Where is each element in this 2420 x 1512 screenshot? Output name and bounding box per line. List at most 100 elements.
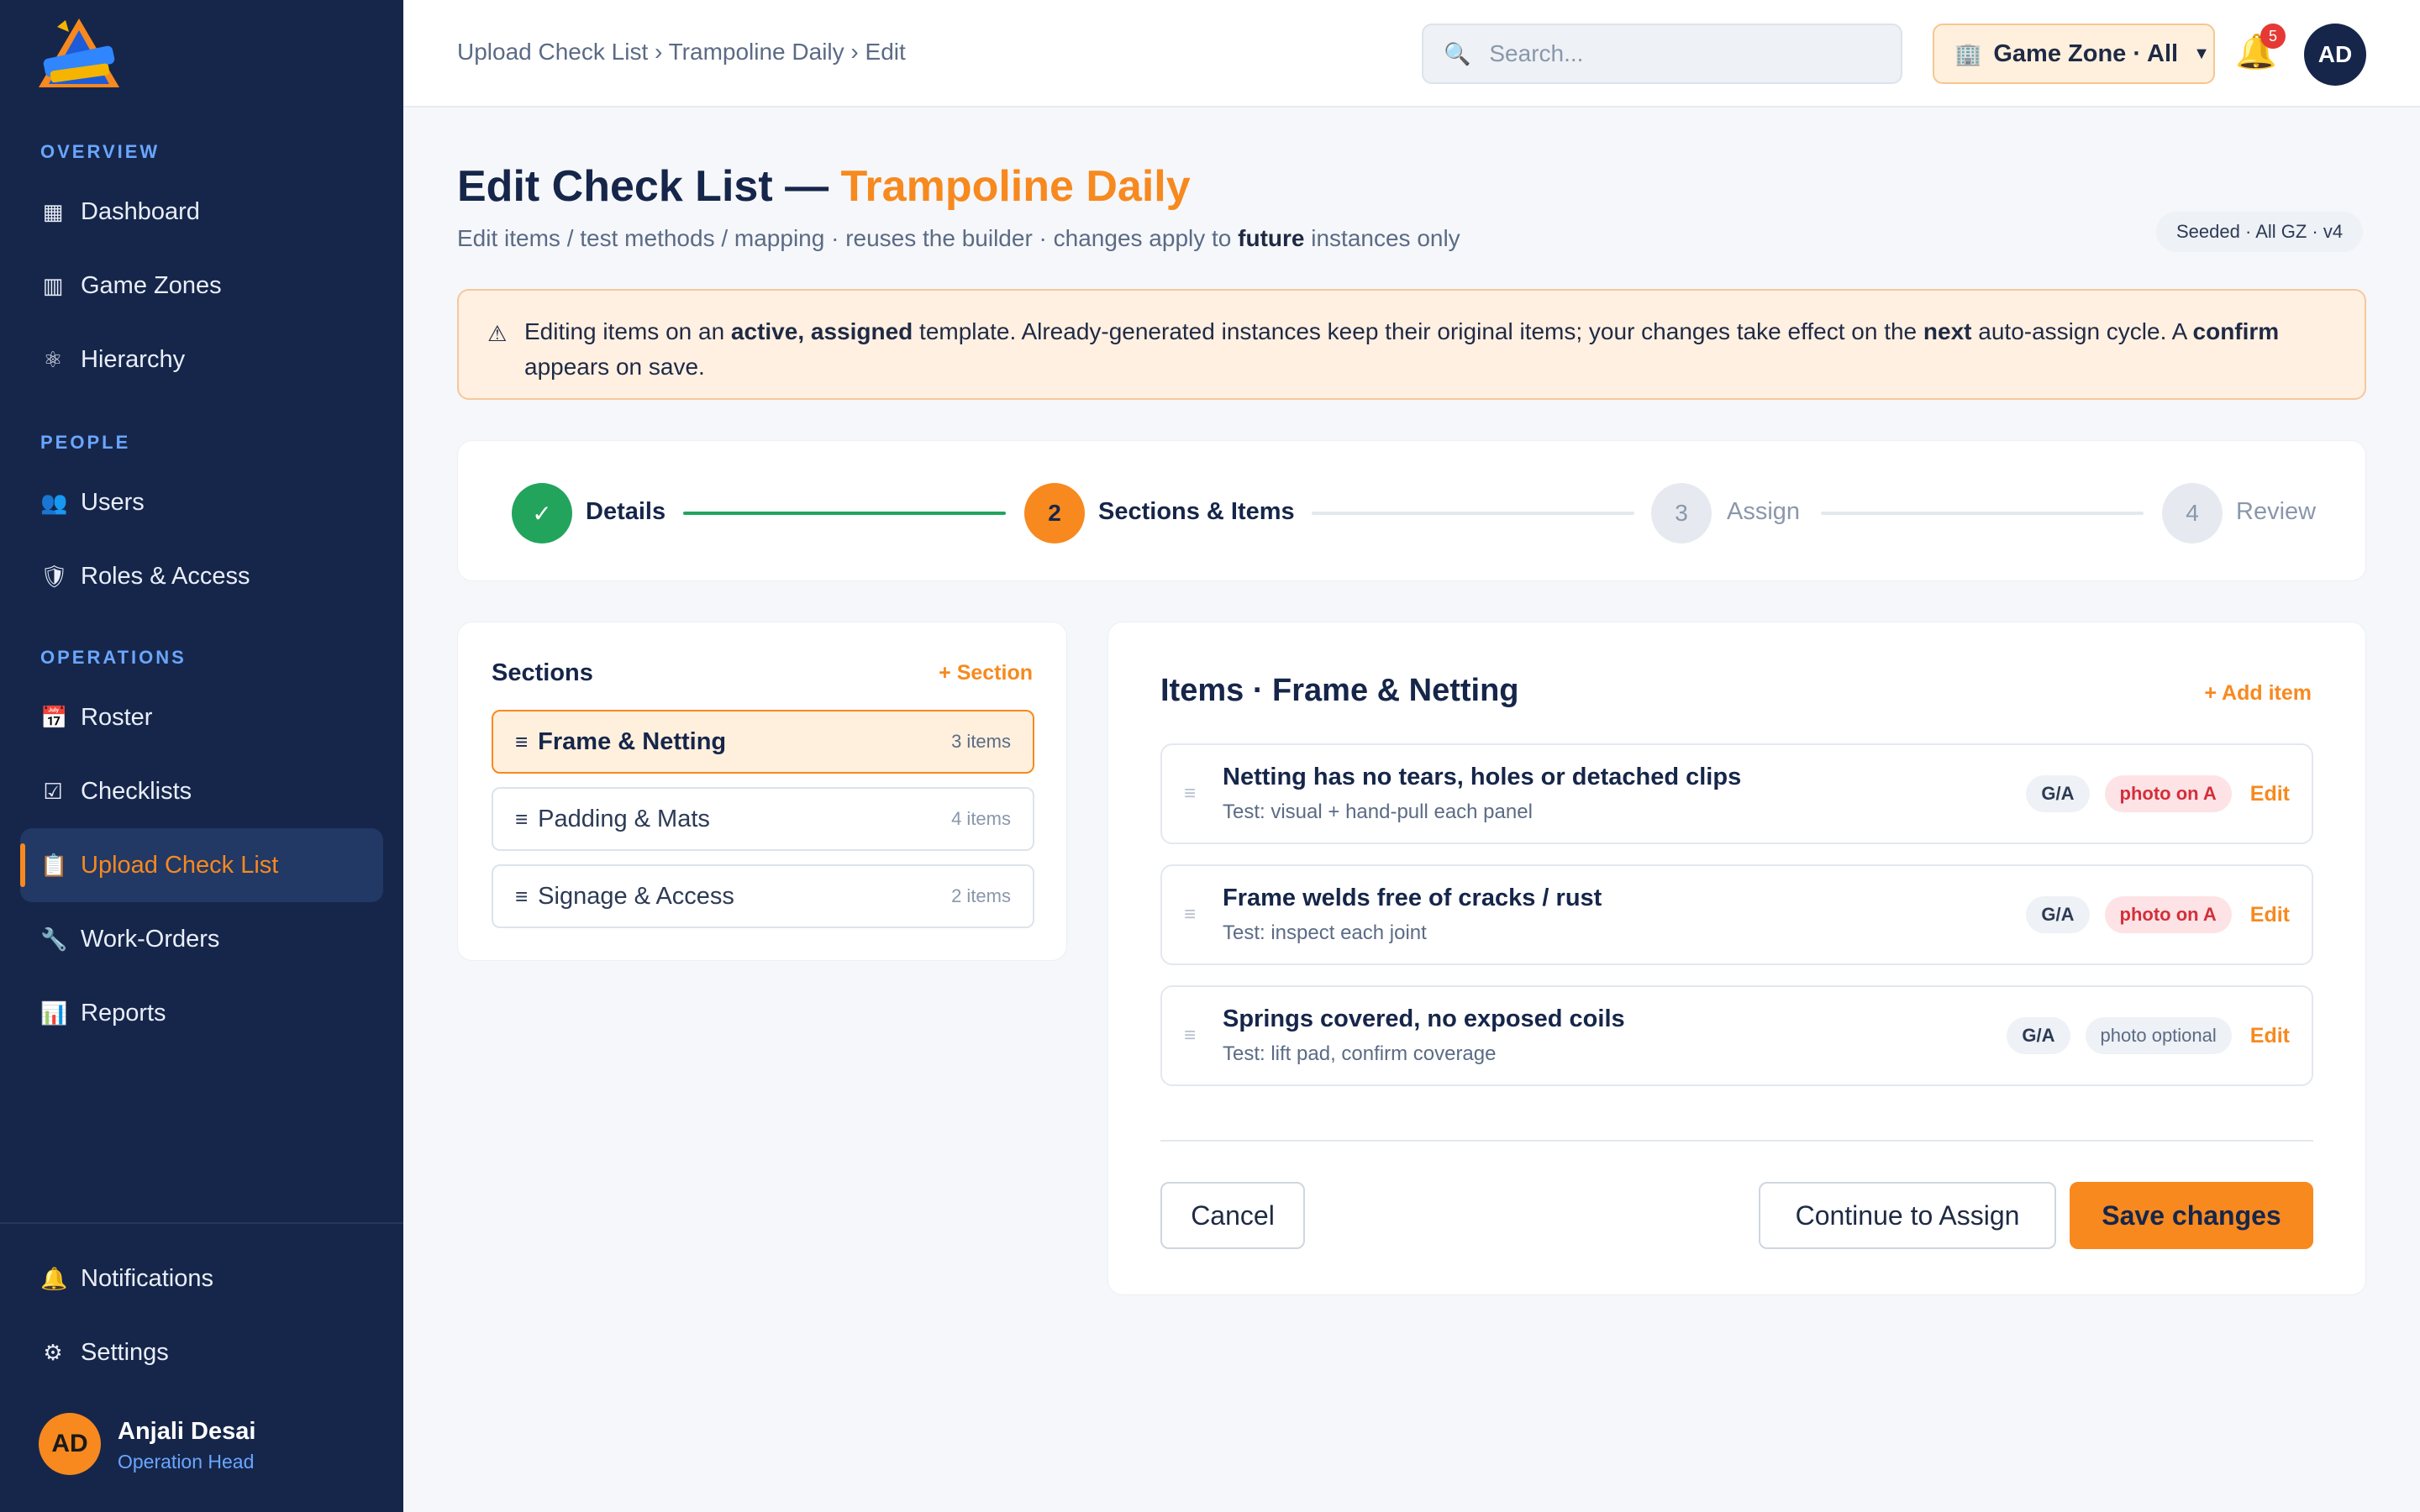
search-box[interactable]: 🔍 bbox=[1422, 24, 1902, 84]
items-title: Items · Frame & Netting bbox=[1160, 673, 1519, 708]
section-item-frame-netting[interactable]: ≡ Frame & Netting 3 items bbox=[492, 710, 1034, 774]
game-zone-selector[interactable]: 🏢 Game Zone · All ▼ bbox=[1933, 24, 2215, 84]
nav-item-label: Hierarchy bbox=[81, 345, 186, 373]
photo-requirement-tag: photo on A bbox=[2104, 896, 2232, 933]
nav-item-notifications[interactable]: 🔔 Notifications bbox=[20, 1242, 383, 1315]
warning-bold: confirm bbox=[2192, 318, 2280, 344]
warning-icon: ⚠ bbox=[487, 321, 508, 346]
users-icon: 👥 bbox=[40, 489, 68, 515]
topbar: Upload Check List › Trampoline Daily › E… bbox=[403, 0, 2420, 108]
step-connector bbox=[1821, 512, 2144, 515]
warning-text: auto-assign cycle. A bbox=[1971, 318, 2193, 344]
section-label: Frame & Netting bbox=[538, 727, 727, 755]
save-changes-button[interactable]: Save changes bbox=[2070, 1182, 2313, 1249]
nav-item-label: Users bbox=[81, 488, 145, 516]
nav-item-label: Dashboard bbox=[81, 197, 200, 225]
chevron-down-icon: ▼ bbox=[2193, 44, 2210, 63]
step-1-label[interactable]: Details bbox=[586, 498, 666, 526]
add-item-button[interactable]: + Add item bbox=[2204, 681, 2312, 706]
section-count: 2 items bbox=[951, 885, 1011, 906]
photo-optional-tag: photo optional bbox=[2085, 1017, 2232, 1054]
step-3-marker[interactable]: 3 bbox=[1651, 483, 1712, 543]
cancel-button[interactable]: Cancel bbox=[1160, 1182, 1305, 1249]
items-panel: Items · Frame & Netting + Add item ≡ Net… bbox=[1107, 622, 2366, 1295]
sidebar: OVERVIEW ▦ Dashboard ▥ Game Zones ⚛ Hier… bbox=[0, 0, 403, 1512]
sidebar-divider bbox=[0, 1222, 403, 1224]
nav-item-work-orders[interactable]: 🔧 Work-Orders bbox=[20, 902, 383, 976]
step-1-done-marker[interactable]: ✓ bbox=[512, 483, 572, 543]
step-connector-done bbox=[683, 512, 1006, 515]
nav-item-hierarchy[interactable]: ⚛ Hierarchy bbox=[20, 323, 383, 396]
warning-text: template. Already-generated instances ke… bbox=[913, 318, 1923, 344]
hierarchy-icon: ⚛ bbox=[43, 346, 63, 372]
section-label: Signage & Access bbox=[538, 882, 734, 910]
drag-handle-icon[interactable]: ≡ bbox=[1184, 1024, 1196, 1047]
step-2-label[interactable]: Sections & Items bbox=[1098, 498, 1295, 526]
add-section-button[interactable]: + Section bbox=[939, 661, 1033, 685]
edit-item-link[interactable]: Edit bbox=[2250, 782, 2290, 806]
nav-item-settings[interactable]: ⚙ Settings bbox=[20, 1315, 383, 1389]
step-4-marker[interactable]: 4 bbox=[2162, 483, 2223, 543]
warning-text: Editing items on an bbox=[524, 318, 731, 344]
section-label: Padding & Mats bbox=[538, 805, 710, 832]
wrench-icon: 🔧 bbox=[40, 926, 68, 952]
item-title: Springs covered, no exposed coils bbox=[1223, 1005, 1625, 1032]
drag-handle-icon[interactable]: ≡ bbox=[515, 729, 528, 755]
section-count: 3 items bbox=[951, 731, 1011, 752]
page-subtitle: Edit items / test methods / mapping · re… bbox=[457, 225, 1460, 252]
step-2-current-marker[interactable]: 2 bbox=[1024, 483, 1085, 543]
avatar[interactable]: AD bbox=[2304, 24, 2366, 86]
edit-item-link[interactable]: Edit bbox=[2250, 1024, 2290, 1048]
page-title-accent: Trampoline Daily bbox=[840, 162, 1191, 211]
nav-item-checklists[interactable]: ☑ Checklists bbox=[20, 754, 383, 828]
item-test-method: Test: lift pad, confirm coverage bbox=[1223, 1042, 1497, 1065]
nav-item-roster[interactable]: 📅 Roster bbox=[20, 680, 383, 754]
continue-to-assign-button[interactable]: Continue to Assign bbox=[1759, 1182, 2056, 1249]
item-test-method: Test: inspect each joint bbox=[1223, 921, 1427, 944]
nav-item-roles-access[interactable]: 🛡 Roles & Access bbox=[20, 539, 383, 613]
nav-item-label: Roles & Access bbox=[81, 562, 250, 590]
grade-tag: G/A bbox=[2026, 775, 2090, 812]
shield-icon: 🛡 bbox=[40, 563, 69, 589]
bell-icon: 🔔 bbox=[40, 1265, 68, 1291]
nav-item-users[interactable]: 👥 Users bbox=[20, 465, 383, 539]
nav-item-game-zones[interactable]: ▥ Game Zones bbox=[20, 249, 383, 323]
building-icon: ▥ bbox=[42, 272, 64, 298]
user-avatar[interactable]: AD bbox=[39, 1413, 101, 1475]
drag-handle-icon[interactable]: ≡ bbox=[1184, 903, 1196, 927]
nav-item-label: Checklists bbox=[81, 777, 192, 805]
user-name: Anjali Desai bbox=[118, 1418, 256, 1445]
brand-logo[interactable] bbox=[32, 15, 126, 92]
warning-text: appears on save. bbox=[524, 354, 705, 380]
drag-handle-icon[interactable]: ≡ bbox=[515, 806, 528, 832]
nav-item-dashboard[interactable]: ▦ Dashboard bbox=[20, 175, 383, 249]
breadcrumb[interactable]: Upload Check List › Trampoline Daily › E… bbox=[457, 39, 906, 66]
section-item-signage-access[interactable]: ≡ Signage & Access 2 items bbox=[492, 864, 1034, 928]
game-zone-value: Game Zone · All bbox=[1993, 39, 2179, 67]
step-connector bbox=[1312, 512, 1634, 515]
step-4-label[interactable]: Review bbox=[2236, 498, 2316, 526]
warning-bold: active, assigned bbox=[730, 318, 913, 344]
bar-chart-icon: 📊 bbox=[40, 1000, 68, 1026]
warning-banner: ⚠ Editing items on an active, assigned t… bbox=[457, 289, 2366, 400]
search-input[interactable] bbox=[1489, 40, 1885, 67]
nav-item-reports[interactable]: 📊 Reports bbox=[20, 976, 383, 1050]
checklist-item: ≡ Springs covered, no exposed coils Test… bbox=[1160, 985, 2313, 1086]
dashboard-icon: ▦ bbox=[42, 198, 64, 224]
nav-item-upload-check-list[interactable]: 📋 Upload Check List bbox=[20, 828, 383, 902]
step-3-label[interactable]: Assign bbox=[1727, 498, 1800, 526]
item-title: Frame welds free of cracks / rust bbox=[1223, 885, 1602, 911]
drag-handle-icon[interactable]: ≡ bbox=[1184, 782, 1196, 806]
item-title: Netting has no tears, holes or detached … bbox=[1223, 764, 1742, 790]
notification-count-badge: 5 bbox=[2260, 24, 2286, 49]
section-item-padding-mats[interactable]: ≡ Padding & Mats 4 items bbox=[492, 787, 1034, 851]
user-role: Operation Head bbox=[118, 1451, 255, 1473]
subtitle-bold: future bbox=[1238, 225, 1305, 251]
building-icon: 🏢 bbox=[1954, 40, 1982, 66]
photo-requirement-tag: photo on A bbox=[2104, 775, 2232, 812]
nav-group-people: PEOPLE bbox=[40, 432, 131, 453]
drag-handle-icon[interactable]: ≡ bbox=[515, 884, 528, 910]
nav-item-label: Reports bbox=[81, 999, 166, 1026]
edit-item-link[interactable]: Edit bbox=[2250, 903, 2290, 927]
sections-panel: Sections + Section ≡ Frame & Netting 3 i… bbox=[457, 622, 1067, 961]
